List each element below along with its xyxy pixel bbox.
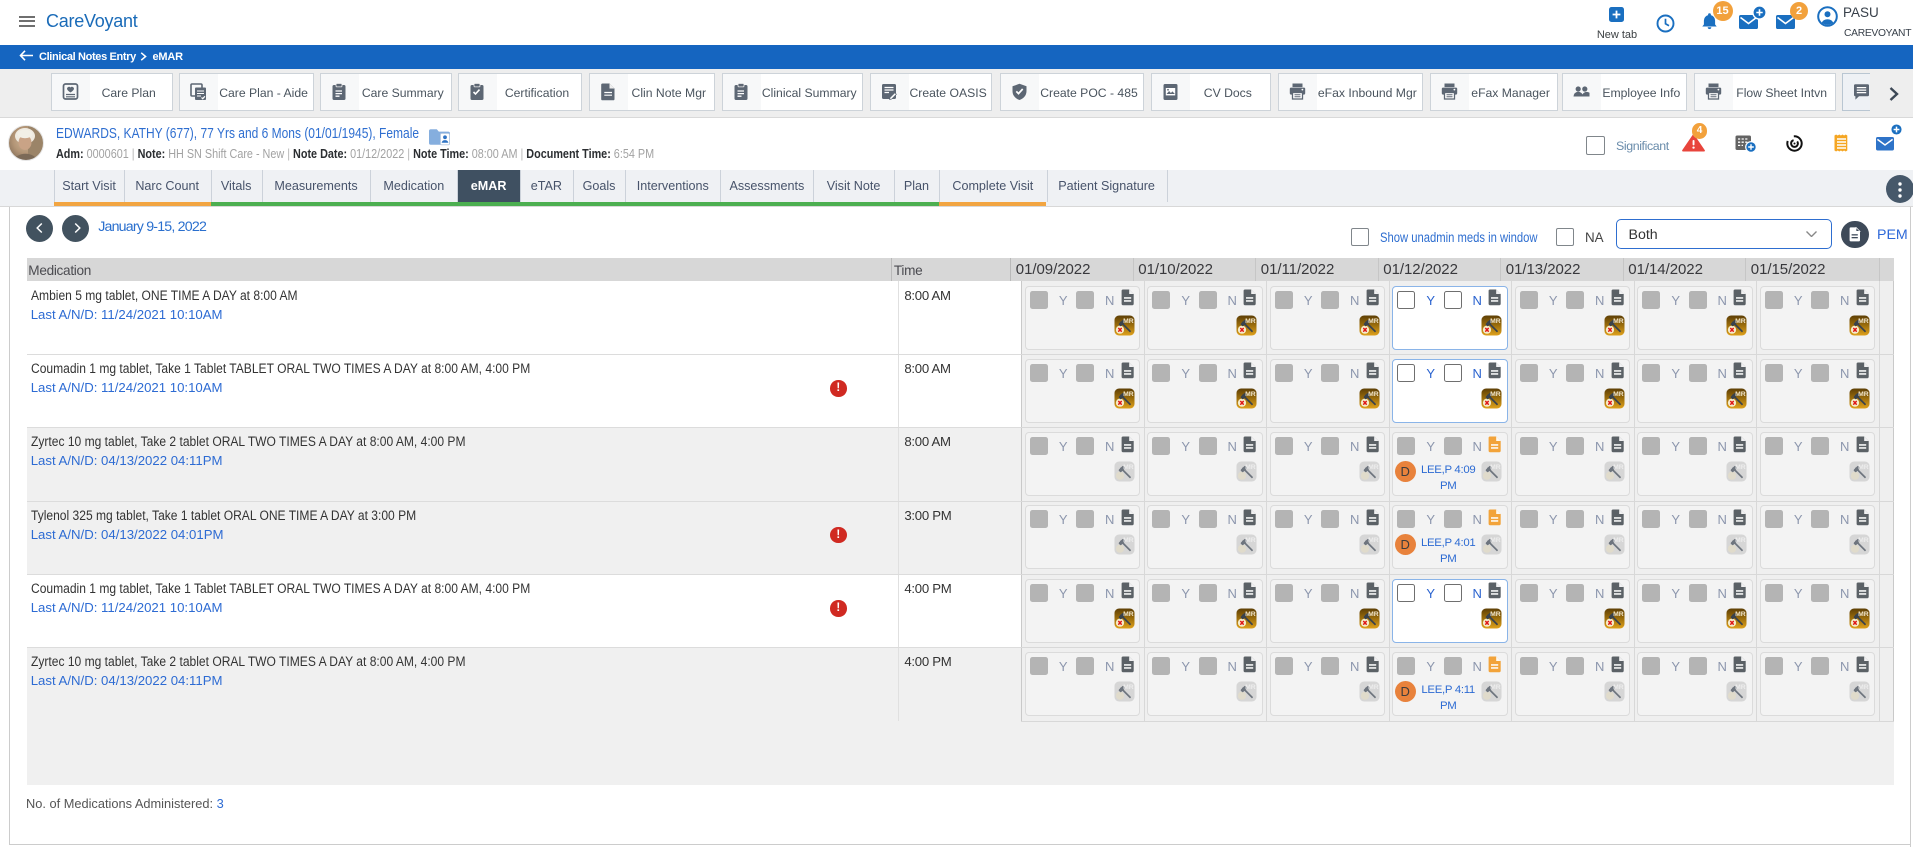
- svg-text:MR: MR: [1735, 611, 1746, 618]
- svg-text:MR: MR: [1368, 391, 1379, 398]
- svg-text:MR: MR: [1245, 391, 1256, 398]
- svg-text:MR: MR: [1735, 464, 1746, 471]
- svg-text:MR: MR: [1368, 464, 1379, 471]
- svg-text:MR: MR: [1490, 318, 1501, 325]
- svg-text:MR: MR: [1490, 538, 1501, 545]
- svg-text:MR: MR: [1613, 611, 1624, 618]
- svg-text:MR: MR: [1245, 611, 1256, 618]
- svg-text:MR: MR: [1858, 538, 1869, 545]
- svg-text:MR: MR: [1368, 684, 1379, 691]
- svg-text:MR: MR: [1490, 611, 1501, 618]
- svg-text:MR: MR: [1858, 391, 1869, 398]
- svg-text:MR: MR: [1613, 318, 1624, 325]
- svg-text:MR: MR: [1735, 318, 1746, 325]
- svg-text:MR: MR: [1613, 538, 1624, 545]
- svg-text:MR: MR: [1123, 538, 1134, 545]
- svg-text:MR: MR: [1735, 684, 1746, 691]
- svg-text:MR: MR: [1490, 391, 1501, 398]
- svg-text:MR: MR: [1858, 464, 1869, 471]
- svg-text:MR: MR: [1245, 464, 1256, 471]
- svg-text:MR: MR: [1613, 391, 1624, 398]
- svg-text:MR: MR: [1123, 611, 1134, 618]
- svg-text:MR: MR: [1245, 318, 1256, 325]
- svg-text:MR: MR: [1858, 318, 1869, 325]
- svg-text:MR: MR: [1123, 684, 1134, 691]
- svg-text:MR: MR: [1613, 464, 1624, 471]
- svg-text:MR: MR: [1858, 611, 1869, 618]
- svg-text:MR: MR: [1123, 318, 1134, 325]
- svg-text:MR: MR: [1858, 684, 1869, 691]
- svg-text:MR: MR: [1490, 464, 1501, 471]
- svg-text:MR: MR: [1245, 538, 1256, 545]
- svg-text:MR: MR: [1245, 684, 1256, 691]
- svg-text:MR: MR: [1368, 318, 1379, 325]
- svg-text:MR: MR: [1368, 611, 1379, 618]
- svg-text:MR: MR: [1123, 391, 1134, 398]
- svg-text:MR: MR: [1368, 538, 1379, 545]
- svg-text:MR: MR: [1490, 684, 1501, 691]
- svg-text:MR: MR: [1613, 684, 1624, 691]
- svg-text:MR: MR: [1735, 538, 1746, 545]
- svg-text:MR: MR: [1123, 464, 1134, 471]
- svg-text:MR: MR: [1735, 391, 1746, 398]
